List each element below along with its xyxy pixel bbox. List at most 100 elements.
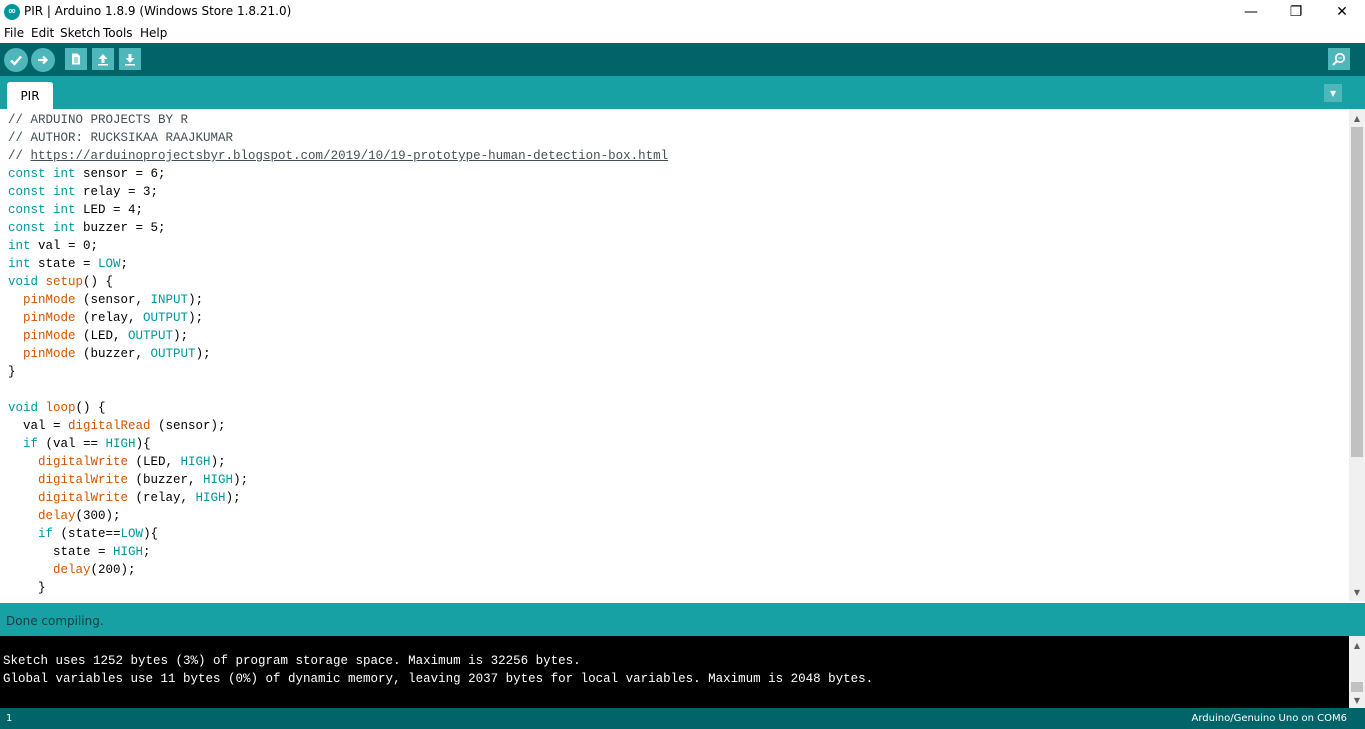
toolbar	[0, 43, 1365, 76]
editor-scroll-thumb[interactable]	[1351, 127, 1363, 457]
code-token: ;	[120, 257, 129, 271]
verify-button[interactable]	[4, 48, 28, 72]
code-token: delay	[53, 563, 91, 577]
console-scroll-thumb[interactable]	[1351, 682, 1363, 692]
code-line: pinMode (sensor, INPUT);	[8, 291, 203, 309]
open-icon	[98, 54, 108, 66]
save-icon	[125, 54, 135, 66]
code-token: int	[53, 203, 76, 217]
code-link[interactable]: https://arduinoprojectsbyr.blogspot.com/…	[31, 149, 669, 163]
code-line: pinMode (relay, OUTPUT);	[8, 309, 203, 327]
code-token: (buzzer,	[75, 347, 151, 361]
new-icon	[72, 53, 80, 65]
code-token: ;	[143, 545, 151, 559]
code-token: val = 0;	[30, 239, 99, 253]
code-token: state =	[8, 545, 114, 559]
code-token: );	[173, 329, 189, 343]
code-token: OUTPUT	[150, 347, 196, 361]
serial-monitor-button[interactable]	[1328, 48, 1350, 70]
close-icon: ✕	[1336, 4, 1348, 20]
line-number: 1	[6, 713, 13, 724]
code-line: int val = 0;	[8, 237, 98, 255]
menu-edit[interactable]: Edit	[31, 26, 54, 40]
scroll-up-icon[interactable]: ▲	[1349, 111, 1365, 125]
scroll-up-icon[interactable]: ▲	[1349, 638, 1365, 652]
tab-menu-button[interactable]: ▾	[1324, 84, 1342, 102]
console-line: Sketch uses 1252 bytes (3%) of program s…	[3, 654, 581, 668]
scroll-down-icon[interactable]: ▼	[1349, 693, 1365, 707]
save-sketch-button[interactable]	[119, 48, 141, 70]
code-token: OUTPUT	[143, 311, 189, 325]
code-token: );	[195, 347, 211, 361]
code-token: buzzer = 5;	[75, 221, 166, 235]
code-token: digitalWrite	[38, 455, 129, 469]
code-line: if (val == HIGH){	[8, 435, 151, 453]
code-token: HIGH	[180, 455, 211, 469]
code-token: void	[8, 401, 39, 415]
title-bar: ∞ PIR | Arduino 1.8.9 (Windows Store 1.8…	[0, 0, 1365, 24]
code-line: int state = LOW;	[8, 255, 128, 273]
editor-scrollbar[interactable]: ▲ ▼	[1349, 109, 1365, 601]
verify-icon	[10, 55, 22, 66]
code-line: }	[8, 363, 16, 381]
close-button[interactable]: ✕	[1319, 0, 1365, 24]
code-line: void loop() {	[8, 399, 106, 417]
window-title: PIR | Arduino 1.8.9 (Windows Store 1.8.2…	[24, 4, 292, 18]
tab-pir[interactable]: PIR	[7, 82, 53, 109]
serial-monitor-icon	[1332, 52, 1346, 66]
code-line: }	[8, 579, 46, 597]
console-scrollbar[interactable]: ▲ ▼	[1349, 636, 1365, 708]
code-token: (sensor);	[150, 419, 226, 433]
code-line: const int LED = 4;	[8, 201, 143, 219]
code-token: }	[8, 365, 16, 379]
code-line: const int relay = 3;	[8, 183, 158, 201]
code-token: state =	[30, 257, 99, 271]
code-line: digitalWrite (buzzer, HIGH);	[8, 471, 248, 489]
code-token: HIGH	[195, 491, 226, 505]
upload-button[interactable]	[31, 48, 55, 72]
open-sketch-button[interactable]	[92, 48, 114, 70]
new-sketch-button[interactable]	[65, 48, 87, 70]
code-token: }	[8, 581, 46, 595]
code-token: OUTPUT	[128, 329, 174, 343]
code-token: () {	[83, 275, 114, 289]
code-token: delay	[38, 509, 76, 523]
code-token: pinMode	[23, 329, 76, 343]
code-token: sensor = 6;	[75, 167, 166, 181]
code-token: digitalWrite	[38, 491, 129, 505]
code-line: // AUTHOR: RUCKSIKAA RAAJKUMAR	[8, 129, 233, 147]
maximize-button[interactable]: ❐	[1273, 0, 1319, 24]
code-line: val = digitalRead (sensor);	[8, 417, 226, 435]
code-token: );	[233, 473, 249, 487]
code-token: (300);	[75, 509, 121, 523]
code-token: (buzzer,	[128, 473, 204, 487]
code-line: delay(300);	[8, 507, 121, 525]
code-token: pinMode	[23, 347, 76, 361]
code-token: // AUTHOR: RUCKSIKAA RAAJKUMAR	[8, 131, 234, 145]
code-token: ){	[143, 527, 159, 541]
code-line: pinMode (buzzer, OUTPUT);	[8, 345, 211, 363]
upload-icon	[38, 55, 49, 65]
menu-file[interactable]: File	[4, 26, 24, 40]
code-token: loop	[45, 401, 76, 415]
arduino-logo-icon: ∞	[4, 4, 20, 20]
scroll-down-icon[interactable]: ▼	[1349, 585, 1365, 599]
menu-help[interactable]: Help	[140, 26, 167, 40]
code-token: (LED,	[128, 455, 181, 469]
code-editor[interactable]: // ARDUINO PROJECTS BY R // AUTHOR: RUCKS…	[0, 109, 1349, 601]
code-token: const	[8, 167, 46, 181]
menu-sketch[interactable]: Sketch	[60, 26, 100, 40]
minimize-icon: —	[1244, 4, 1258, 20]
code-line: if (state==LOW){	[8, 525, 158, 543]
code-token: (relay,	[128, 491, 196, 505]
code-token: (relay,	[75, 311, 144, 325]
code-line: state = HIGH;	[8, 543, 151, 561]
code-token: () {	[75, 401, 106, 415]
menu-tools[interactable]: Tools	[103, 26, 133, 40]
code-token: INPUT	[150, 293, 189, 307]
minimize-button[interactable]: —	[1228, 0, 1274, 24]
